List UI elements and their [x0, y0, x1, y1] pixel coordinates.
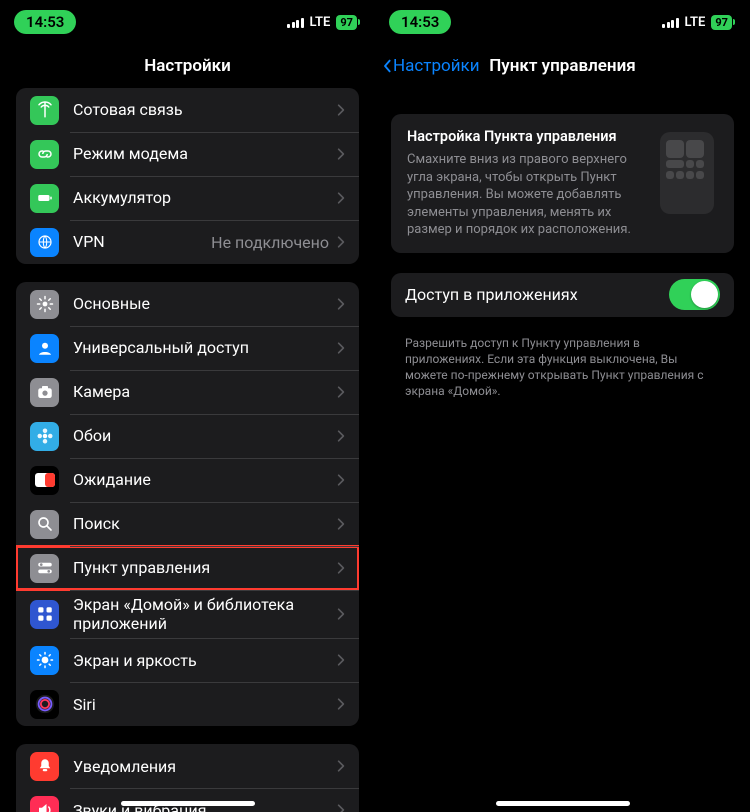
apps-icon — [30, 600, 59, 629]
group-access: Доступ в приложениях — [391, 273, 734, 317]
chevron-right-icon — [337, 147, 345, 161]
status-bar: 14:53 LTE 97 — [0, 0, 375, 44]
control-center-illustration — [656, 128, 718, 218]
chevron-right-icon — [337, 385, 345, 399]
row-notifications[interactable]: Уведомления — [16, 744, 359, 788]
chevron-right-icon — [337, 341, 345, 355]
status-right: LTE 97 — [662, 15, 732, 30]
row-accessibility[interactable]: Универсальный доступ — [16, 326, 359, 370]
row-vpn[interactable]: VPNНе подключено — [16, 220, 359, 264]
search-icon — [30, 510, 59, 539]
row-value: Не подключено — [211, 233, 329, 252]
row-siri[interactable]: Siri — [16, 682, 359, 726]
row-label: Пункт управления — [73, 558, 337, 577]
switches-icon — [30, 554, 59, 583]
row-label: Поиск — [73, 514, 337, 533]
network-label: LTE — [685, 15, 706, 30]
chevron-right-icon — [337, 103, 345, 117]
flower-icon — [30, 422, 59, 451]
gear-icon — [30, 290, 59, 319]
row-search[interactable]: Поиск — [16, 502, 359, 546]
chevron-right-icon — [337, 473, 345, 487]
footer-text: Разрешить доступ к Пункту управления в п… — [405, 335, 720, 400]
phone-left: 14:53 LTE 97 Настройки Сотовая связь Режи… — [0, 0, 375, 812]
status-right: LTE 97 — [287, 15, 357, 30]
page-title: Настройки — [144, 56, 231, 76]
row-label: Siri — [73, 695, 337, 714]
row-label: Обои — [73, 426, 337, 445]
back-button[interactable]: Настройки — [383, 56, 480, 76]
phone-right: 14:53 LTE 97 Настройки Пункт управления … — [375, 0, 750, 812]
row-label: Универсальный доступ — [73, 338, 337, 357]
row-label: Основные — [73, 294, 337, 313]
camera-icon — [30, 378, 59, 407]
row-home-screen[interactable]: Экран «Домой» и библиотека приложений — [16, 590, 359, 638]
home-indicator[interactable] — [496, 801, 630, 806]
nav-bar: Настройки Пункт управления — [375, 44, 750, 88]
row-access-within-apps[interactable]: Доступ в приложениях — [391, 273, 734, 317]
siri-icon — [30, 690, 59, 719]
chevron-right-icon — [337, 561, 345, 575]
battery-icon — [30, 184, 59, 213]
link-icon — [30, 140, 59, 169]
bell-icon — [30, 752, 59, 781]
row-label: VPN — [73, 232, 211, 251]
page-title: Пункт управления — [489, 56, 635, 76]
row-label: Режим модема — [73, 144, 337, 163]
antenna-icon — [30, 96, 59, 125]
status-time-pill: 14:53 — [389, 10, 451, 34]
row-label: Экран и яркость — [73, 651, 337, 670]
row-display[interactable]: Экран и яркость — [16, 638, 359, 682]
chevron-right-icon — [337, 607, 345, 621]
card-heading: Настройка Пункта управления — [407, 128, 642, 145]
row-general[interactable]: Основные — [16, 282, 359, 326]
chevron-right-icon — [337, 191, 345, 205]
chevron-right-icon — [337, 803, 345, 812]
standby-icon — [30, 466, 59, 495]
row-cellular[interactable]: Сотовая связь — [16, 88, 359, 132]
info-card: Настройка Пункта управления Смахните вни… — [391, 114, 734, 253]
chevron-right-icon — [337, 297, 345, 311]
signal-icon — [287, 16, 304, 28]
globe-icon — [30, 228, 59, 257]
battery-indicator: 97 — [711, 15, 732, 30]
card-body: Смахните вниз из правого верхнего угла э… — [407, 151, 642, 239]
row-label: Экран «Домой» и библиотека приложений — [73, 595, 337, 633]
sun-icon — [30, 646, 59, 675]
row-standby[interactable]: Ожидание — [16, 458, 359, 502]
toggle-access-within-apps[interactable] — [669, 279, 720, 310]
row-wallpaper[interactable]: Обои — [16, 414, 359, 458]
row-control-center[interactable]: Пункт управления — [16, 546, 359, 590]
network-label: LTE — [310, 15, 331, 30]
back-label: Настройки — [393, 56, 480, 76]
chevron-right-icon — [337, 429, 345, 443]
row-label: Доступ в приложениях — [405, 285, 669, 304]
row-camera[interactable]: Камера — [16, 370, 359, 414]
chevron-right-icon — [337, 759, 345, 773]
chevron-right-icon — [337, 697, 345, 711]
signal-icon — [662, 16, 679, 28]
row-label: Ожидание — [73, 470, 337, 489]
chevron-right-icon — [337, 653, 345, 667]
home-indicator[interactable] — [121, 801, 255, 806]
row-label: Уведомления — [73, 757, 337, 776]
row-hotspot[interactable]: Режим модема — [16, 132, 359, 176]
row-battery[interactable]: Аккумулятор — [16, 176, 359, 220]
chevron-left-icon — [383, 59, 391, 73]
status-bar: 14:53 LTE 97 — [375, 0, 750, 44]
row-label: Аккумулятор — [73, 188, 337, 207]
battery-indicator: 97 — [336, 15, 357, 30]
row-label: Сотовая связь — [73, 100, 337, 119]
person-icon — [30, 334, 59, 363]
row-label: Камера — [73, 382, 337, 401]
chevron-right-icon — [337, 235, 345, 249]
group-connectivity: Сотовая связь Режим модема Аккумулятор VPNН… — [16, 88, 359, 264]
group-general: Основные Универсальный доступ Камера Обои Ож… — [16, 282, 359, 726]
status-time-pill: 14:53 — [14, 10, 76, 34]
settings-scroll[interactable]: Сотовая связь Режим модема Аккумулятор VPNН… — [0, 88, 375, 812]
sound-icon — [30, 796, 59, 812]
nav-bar: Настройки — [0, 44, 375, 88]
chevron-right-icon — [337, 517, 345, 531]
